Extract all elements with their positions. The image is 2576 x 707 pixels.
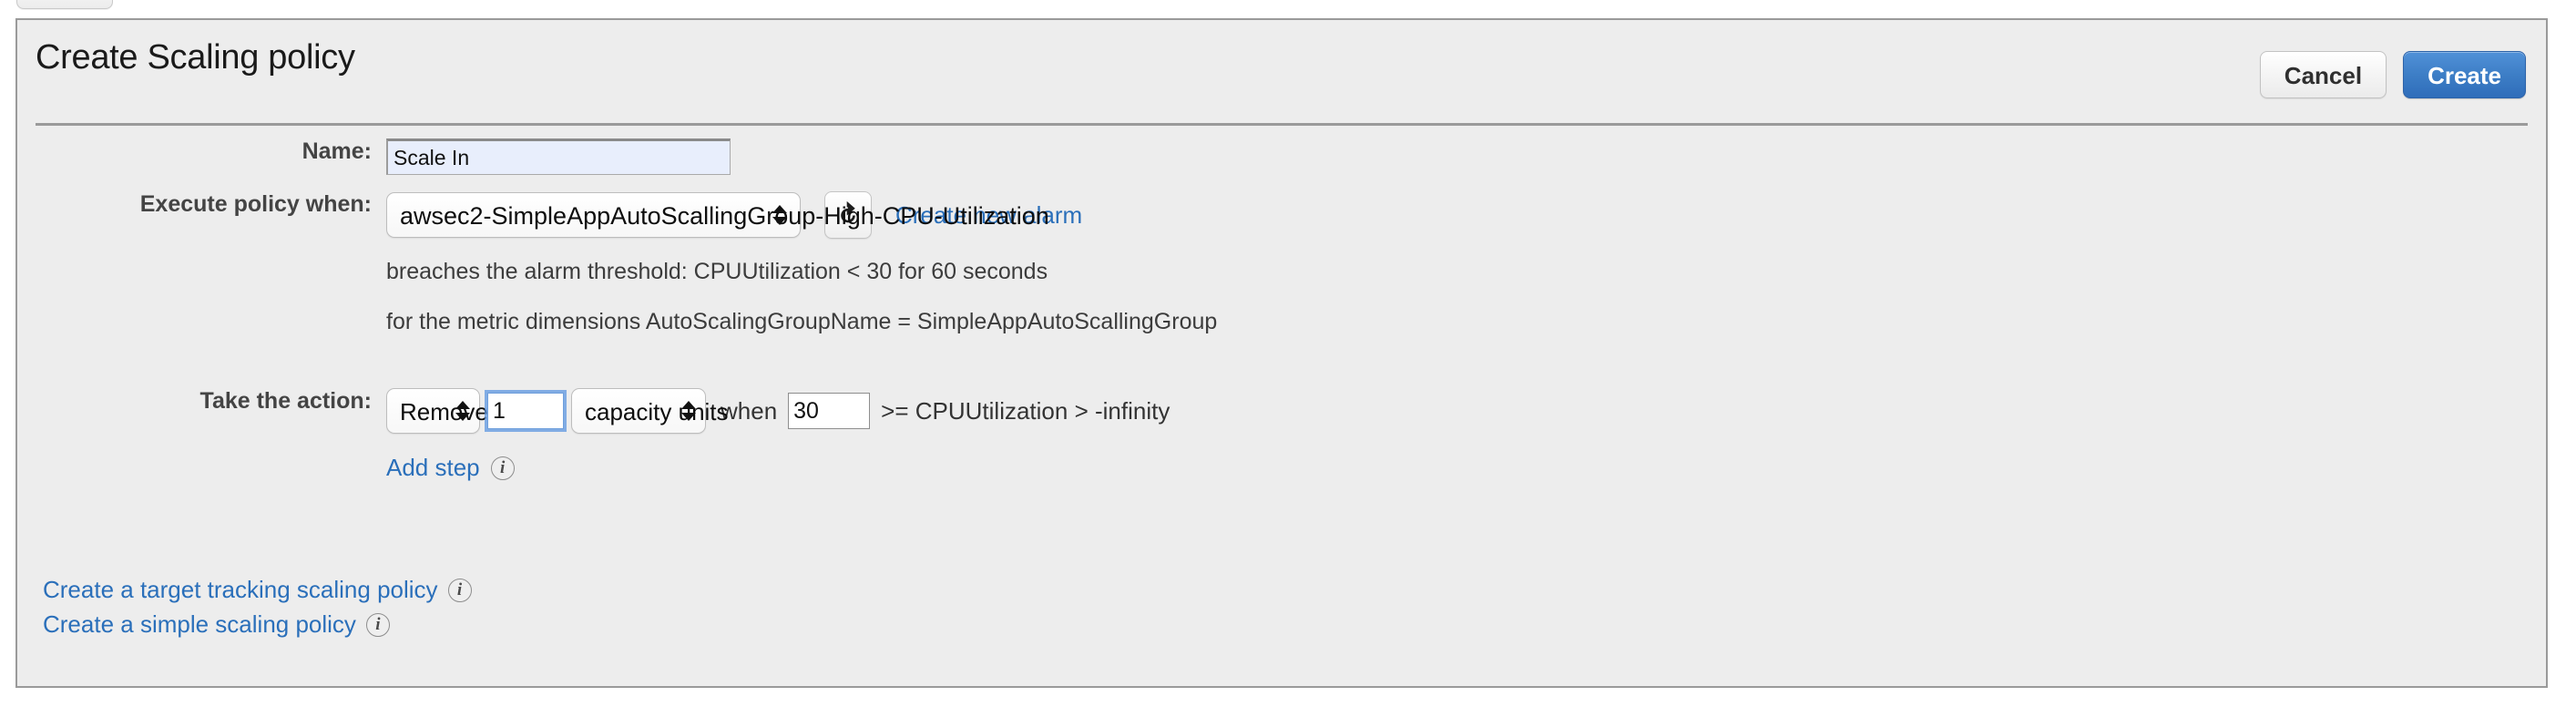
add-step-link[interactable]: Add step [386,454,480,482]
create-scaling-policy-panel: Create Scaling policy Cancel Create Name… [15,18,2548,688]
chevron-updown-icon [455,401,470,421]
page-title: Create Scaling policy [36,38,355,77]
execute-policy-when-label: Execute policy when: [139,191,372,217]
take-the-action-label: Take the action: [199,388,372,414]
chevron-updown-icon [772,205,787,225]
chevron-updown-icon [681,401,696,421]
execute-policy-when-row: Execute policy when: awsec2-SimpleAppAut… [17,191,2546,239]
take-the-action-row: Take the action: Remove capacity units w… [17,388,2546,434]
target-tracking-policy-row: Create a target tracking scaling policy … [43,576,472,604]
scaling-policy-form: Name: Execute policy when: awsec2-Simple… [17,138,2546,482]
capacity-units-value: capacity units [585,398,729,425]
condition-text: >= CPUUtilization > -infinity [881,396,1170,425]
alarm-select[interactable]: awsec2-SimpleAppAutoScallingGroup-High-C… [386,192,1049,238]
cancel-button[interactable]: Cancel [2259,51,2387,98]
name-label: Name: [302,138,372,164]
info-icon[interactable]: i [490,456,515,480]
header-divider [36,123,2528,126]
action-select-value: Remove [400,398,488,425]
take-the-action-field-wrap: Remove capacity units when >= CPUUtiliza… [372,388,1170,434]
name-row: Name: [17,138,2546,175]
execute-policy-when-field-wrap: awsec2-SimpleAppAutoScallingGroup-High-C… [372,191,1082,239]
header-actions: Cancel Create [2259,51,2526,98]
name-input[interactable] [386,138,731,175]
create-target-tracking-scaling-policy-link[interactable]: Create a target tracking scaling policy [43,576,438,604]
panel-header: Create Scaling policy Cancel Create [17,20,2546,107]
simple-scaling-policy-row: Create a simple scaling policy i [43,610,472,639]
capacity-amount-input[interactable] [487,393,564,429]
add-step-row: Add step i [17,454,2546,482]
create-simple-scaling-policy-link[interactable]: Create a simple scaling policy [43,610,356,639]
alarm-dimensions-text: for the metric dimensions AutoScalingGro… [386,309,1218,334]
capacity-units-select[interactable]: capacity units [571,388,729,434]
threshold-input[interactable] [788,393,871,429]
create-button[interactable]: Create [2403,51,2526,98]
bottom-links: Create a target tracking scaling policy … [43,576,472,645]
info-icon[interactable]: i [447,578,472,602]
alarm-select-value: awsec2-SimpleAppAutoScallingGroup-High-C… [400,202,1049,230]
name-field-wrap [372,138,731,175]
action-select[interactable]: Remove [386,388,488,434]
info-icon[interactable]: i [365,612,390,637]
alarm-breach-text: breaches the alarm threshold: CPUUtiliza… [386,259,1048,284]
when-label: when [721,396,778,425]
partial-tab-above-panel[interactable] [16,0,113,9]
